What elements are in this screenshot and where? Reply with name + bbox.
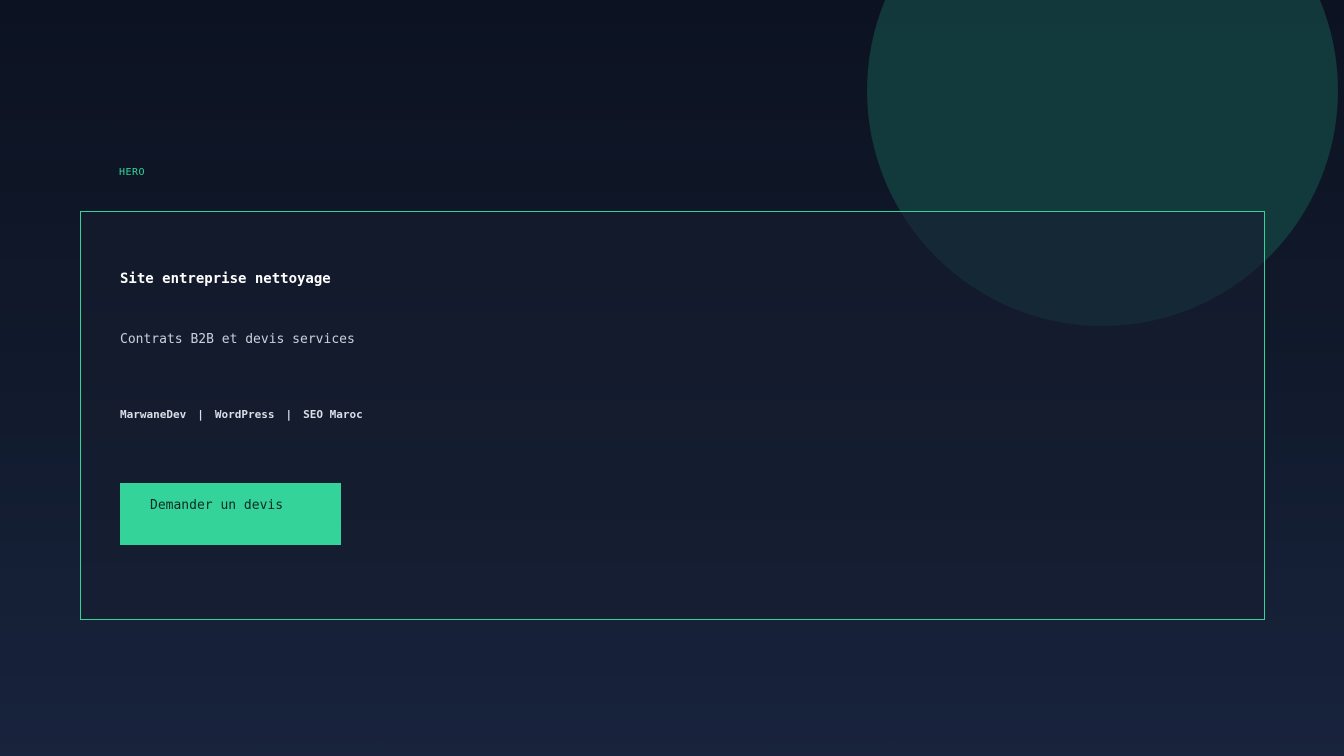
meta-platform: WordPress [214,408,275,421]
hero-title: Site entreprise nettoyage [120,271,331,287]
hero-card: Site entreprise nettoyage Contrats B2B e… [80,211,1265,620]
request-quote-button[interactable]: Demander un devis [120,483,341,545]
hero-subtitle: Contrats B2B et devis services [120,332,355,347]
meta-author: MarwaneDev [120,408,187,421]
meta-separator: | [285,408,293,421]
section-label: HERO [119,167,146,178]
meta-separator: | [197,408,204,421]
meta-tag: SEO Maroc [303,408,363,421]
hero-meta: MarwaneDev | WordPress | SEO Maroc [120,408,363,421]
request-quote-label: Demander un devis [150,498,284,513]
